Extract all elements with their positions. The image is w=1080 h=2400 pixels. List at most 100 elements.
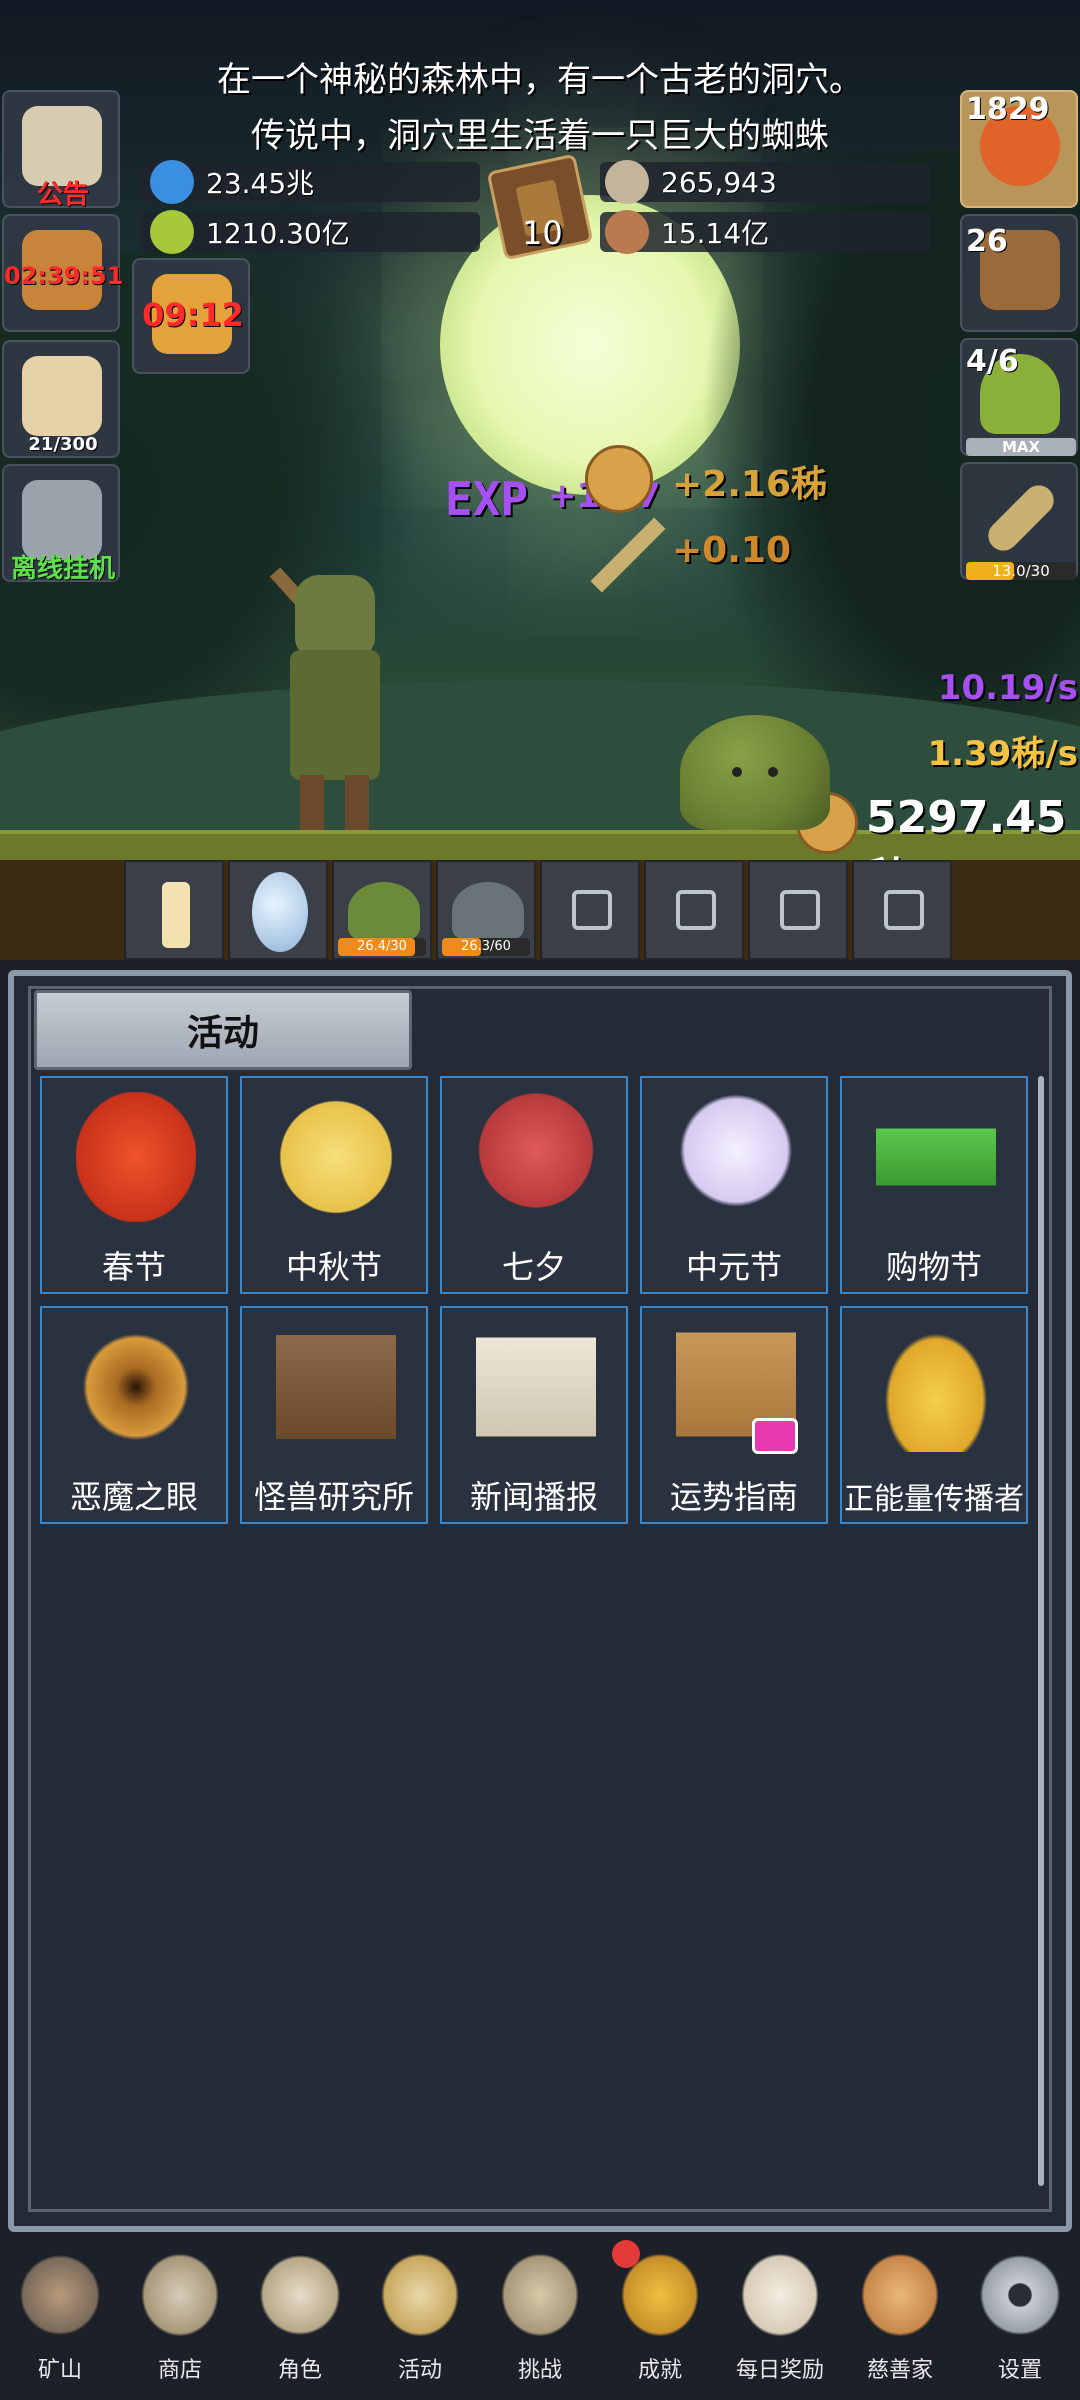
rate-yellow: 1.39秭/s (927, 734, 1078, 774)
lantern-icon (76, 1092, 196, 1222)
potion-count: 1829 (966, 92, 1050, 127)
slot-egg[interactable] (228, 860, 328, 960)
green-potion-value: 1210.30亿 (206, 217, 350, 250)
event-label: 中秋节 (285, 1248, 382, 1286)
scroll-icon (378, 2250, 462, 2340)
stone-icon (138, 2250, 222, 2340)
slime-count: 4/6 (966, 344, 1019, 379)
torch-button[interactable]: 02:39:51 (2, 214, 124, 332)
book-level: 10 (522, 214, 563, 252)
slot-locked[interactable] (748, 860, 848, 960)
event-spring-festival[interactable]: 春节 (40, 1076, 228, 1294)
slot-locked[interactable] (540, 860, 640, 960)
lantern-icon (18, 2250, 102, 2340)
event-mid-autumn[interactable]: 中秋节 (240, 1076, 428, 1294)
slime-enemy[interactable] (680, 715, 830, 830)
rate-purple: 10.19/s (937, 668, 1078, 708)
exp-label: EXP (445, 472, 529, 526)
key-timer: 09:12 (142, 296, 244, 334)
offline-button[interactable]: 离线挂机 (2, 464, 120, 584)
slime-pet-icon (348, 882, 420, 940)
event-positive-energy[interactable]: 正能量传播者 (840, 1306, 1028, 1524)
hero-character (269, 567, 395, 830)
lock-icon (884, 890, 924, 930)
resource-coin: 265,943 (605, 160, 777, 204)
event-label: 春节 (101, 1248, 166, 1286)
lock-icon (676, 890, 716, 930)
nav-philanthropist[interactable]: 慈善家 (840, 2232, 960, 2400)
story-line-2: 传说中，洞穴里生活着一只巨大的蜘蛛 (251, 116, 829, 156)
slot-candle[interactable] (124, 860, 224, 960)
sword-count: 13.0/30 (992, 562, 1050, 580)
event-label: 七夕 (501, 1248, 566, 1286)
notice-button[interactable]: 公告 (2, 90, 120, 210)
coin-drop-icon (585, 445, 653, 513)
resource-green-potion: 1210.30亿 (150, 210, 350, 254)
slime-button[interactable]: 4/6 MAX (960, 338, 1078, 456)
key-chest-button[interactable]: 09:12 (132, 258, 250, 374)
sword-progress-bar: 13.0/30 (966, 562, 1076, 580)
torch-timer: 02:39:51 (4, 262, 124, 290)
nav-challenge[interactable]: 挑战 (480, 2232, 600, 2400)
skull-icon (258, 2250, 342, 2340)
hero-leg (300, 775, 324, 830)
shell-coin-icon (605, 160, 649, 204)
nav-activity[interactable]: 活动 (360, 2232, 480, 2400)
event-qixi[interactable]: 七夕 (440, 1076, 628, 1294)
sword-upgrade-button[interactable]: 13.0/30 (960, 462, 1078, 580)
nav-daily-reward[interactable]: 每日奖励 (720, 2232, 840, 2400)
sword-icon (982, 479, 1060, 557)
moon-icon (276, 1092, 396, 1222)
ghost-icon (676, 1092, 796, 1222)
drink-count: 21/300 (28, 434, 98, 455)
blue-potion-icon (150, 160, 194, 204)
nav-label: 设置 (997, 2358, 1042, 2383)
slime-pet-progress: 26.4/30 (338, 938, 426, 956)
nav-settings[interactable]: 设置 (960, 2232, 1080, 2400)
hero-head (295, 575, 375, 655)
achievement-notification-badge (612, 2240, 640, 2268)
coin-value: 265,943 (661, 165, 777, 199)
nav-shop[interactable]: 商店 (120, 2232, 240, 2400)
nav-label: 慈善家 (866, 2358, 933, 2383)
slot-ghost-pet[interactable]: 26.3/60 (436, 860, 536, 960)
lock-icon (780, 890, 820, 930)
event-label: 购物节 (885, 1248, 982, 1286)
event-news[interactable]: 新闻播报 (440, 1306, 628, 1524)
resource-meat: 15.14亿 (605, 210, 769, 254)
nav-character[interactable]: 角色 (240, 2232, 360, 2400)
tab-activity[interactable]: 活动 (34, 990, 412, 1070)
slime-pet-progress-text: 26.4/30 (357, 939, 407, 954)
event-monster-lab[interactable]: 怪兽研究所 (240, 1306, 428, 1524)
cash-icon (876, 1092, 996, 1222)
slime-max-bar: MAX (966, 438, 1076, 456)
meat-icon (605, 210, 649, 254)
event-label: 运势指南 (669, 1478, 798, 1516)
notice-label: 公告 (36, 180, 89, 210)
map-icon (498, 2250, 582, 2340)
slot-slime-pet[interactable]: 26.4/30 (332, 860, 432, 960)
event-label: 中元节 (685, 1248, 782, 1286)
blue-potion-value: 23.45兆 (206, 167, 315, 200)
event-fortune-guide[interactable]: 运势指南 (640, 1306, 828, 1524)
pet-slot-row: 26.4/30 26.3/60 (124, 860, 952, 960)
slot-locked[interactable] (852, 860, 952, 960)
nav-label: 矿山 (37, 2358, 82, 2383)
event-shopping-festival[interactable]: 购物节 (840, 1076, 1028, 1294)
event-label: 新闻播报 (469, 1478, 598, 1516)
potion-button[interactable]: 1829 (960, 90, 1078, 208)
slot-locked[interactable] (644, 860, 744, 960)
egg-icon (252, 872, 308, 952)
chest-button[interactable]: 26 (960, 214, 1078, 332)
hero-leg (345, 775, 369, 830)
heart-icon (476, 1092, 596, 1222)
meat-value: 15.14亿 (661, 217, 770, 250)
chest-count: 26 (966, 224, 1008, 259)
resource-blue-potion: 23.45兆 (150, 160, 314, 204)
event-demon-eye[interactable]: 恶魔之眼 (40, 1306, 228, 1524)
panel-scrollbar[interactable] (1038, 1076, 1044, 2186)
crown-icon (876, 1322, 996, 1452)
drink-button[interactable]: 21/300 (2, 340, 120, 458)
nav-mine[interactable]: 矿山 (0, 2232, 120, 2400)
event-ghost-festival[interactable]: 中元节 (640, 1076, 828, 1294)
